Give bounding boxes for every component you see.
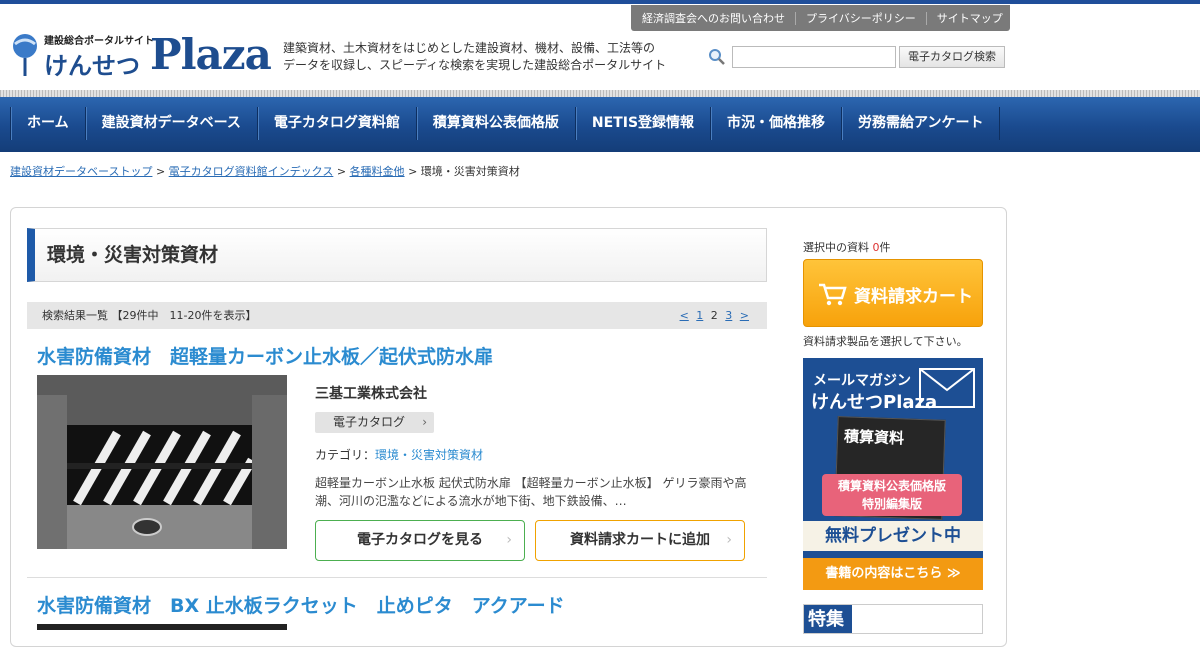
catalog-tag-label: 電子カタログ [333,415,406,429]
book-title: 積算資料 [843,427,905,448]
search-icon [709,49,725,65]
add-to-cart-button[interactable]: 資料請求カートに追加 › [535,520,745,561]
breadcrumb-link[interactable]: 建設資材データベーストップ [10,165,152,178]
breadcrumb-separator: > [336,165,347,178]
privacy-link[interactable]: プライバシーポリシー [795,11,926,25]
chevron-right-icon: › [506,532,512,548]
breadcrumb-current: 環境・災害対策資材 [420,165,520,178]
breadcrumb-link[interactable]: 電子カタログ資料館インデックス [169,165,334,178]
results-summary-bar: 検索結果一覧 【29件中 11-20件を表示】 < 1 2 3 > [27,302,767,329]
site-description: 建築資材、土木資材をはじめとした建設資材、機材、設備、工法等の データを収録し、… [283,40,683,74]
pager-prev[interactable]: < [680,309,689,322]
pagination: < 1 2 3 > [676,302,749,329]
search-input[interactable] [732,46,896,68]
category-link[interactable]: 環境・災害対策資材 [375,448,483,462]
pager-next[interactable]: > [740,309,749,322]
product-photo[interactable] [37,624,287,630]
selected-suffix: 件 [879,241,891,254]
contact-link[interactable]: 経済調査会へのお問い合わせ [631,12,795,25]
description-line: 建築資材、土木資材をはじめとした建設資材、機材、設備、工法等の [283,41,656,55]
catalog-search-button[interactable]: 電子カタログ検索 [899,46,1005,68]
breadcrumb: 建設資材データベーストップ > 電子カタログ資料館インデックス > 各種料金他 … [10,163,520,179]
sitemap-link[interactable]: サイトマップ [925,11,1013,25]
site-logo[interactable]: 建設総合ポータルサイト けんせつ Plaza [10,30,272,80]
logo-english: Plaza [150,30,272,79]
banner-edition: 積算資料公表価格版 特別編集版 [822,474,962,516]
description-line: データを収録し、スピーディな検索を実現した建設総合ポータルサイト [283,58,667,72]
logo-globe-icon [13,34,37,76]
breadcrumb-link[interactable]: 各種料金他 [350,165,405,178]
category-label: カテゴリ： [315,448,376,462]
edition-line1: 積算資料公表価格版 [837,479,946,493]
banner-footer: 書籍の内容はこちら ≫ [803,558,983,590]
chevron-right-icon: › [726,532,732,548]
nav-labor-survey[interactable]: 労務需給アンケート [841,107,1001,140]
catalog-tag[interactable]: 電子カタログ › [315,412,434,433]
chevron-right-icon: › [422,415,427,429]
view-catalog-button[interactable]: 電子カタログを見る › [315,520,525,561]
mail-magazine-banner[interactable]: メールマガジン けんせつPlaza 積算資料 積算資料公表価格版 特別編集版 無… [803,358,983,590]
main-nav: ホーム 建設資材データベース 電子カタログ資料館 積算資料公表価格版 NETIS… [0,97,1200,152]
maker-name: 三基工業株式会社 [315,386,427,402]
envelope-icon [919,368,975,408]
nav-catalog-library[interactable]: 電子カタログ資料館 [256,107,416,140]
item-category: カテゴリ：環境・災害対策資材 [315,446,483,463]
selected-prefix: 選択中の資料 [803,241,873,254]
edition-line2: 特別編集版 [861,497,922,511]
nav-stripe [0,90,1200,97]
floodgate-image [37,375,287,549]
breadcrumb-separator: > [408,165,418,178]
cart-icon [819,283,847,306]
logo-subtitle: 建設総合ポータルサイト [44,36,154,47]
page-title: 環境・災害対策資材 [27,228,767,282]
cart-label: 資料請求カート [854,287,973,307]
view-catalog-label: 電子カタログを見る [357,532,483,548]
nav-netis[interactable]: NETIS登録情報 [574,107,710,140]
breadcrumb-separator: > [155,165,166,178]
results-summary: 検索結果一覧 【29件中 11-20件を表示】 [42,309,257,322]
item-divider [27,577,767,578]
nav-materials-db[interactable]: 建設資材データベース [84,107,257,140]
banner-free: 無料プレゼント中 [803,521,983,551]
add-to-cart-label: 資料請求カートに追加 [570,532,710,548]
top-border [0,0,1200,4]
item-snippet: 超軽量カーボン止水板 起伏式防水扉 【超軽量カーボン止水板】 ゲリラ豪雨や高潮、… [315,476,747,508]
nav-market-prices[interactable]: 市況・価格推移 [710,107,841,140]
selected-number: 0 [872,241,880,254]
item-title[interactable]: 水害防備資材 超軽量カーボン止水板／起伏式防水扉 [37,342,493,369]
logo-japanese: けんせつ [44,52,140,80]
pager-page[interactable]: 1 [696,309,703,322]
pager-page[interactable]: 3 [725,309,732,322]
utility-links: 経済調査会へのお問い合わせ プライバシーポリシー サイトマップ [631,5,1010,31]
cart-note: 資料請求製品を選択して下さい。 [803,335,968,348]
product-photo[interactable] [37,375,287,549]
banner-line1: メールマガジン [813,373,911,389]
selected-count: 選択中の資料 0件 [803,239,891,255]
nav-price-edition[interactable]: 積算資料公表価格版 [415,107,575,140]
request-cart-button[interactable]: 資料請求カート [803,259,983,327]
pager-current: 2 [710,309,718,322]
nav-home[interactable]: ホーム [10,107,85,140]
item-title[interactable]: 水害防備資材 BX 止水板ラクセット 止めピタ アクアード [37,591,565,618]
